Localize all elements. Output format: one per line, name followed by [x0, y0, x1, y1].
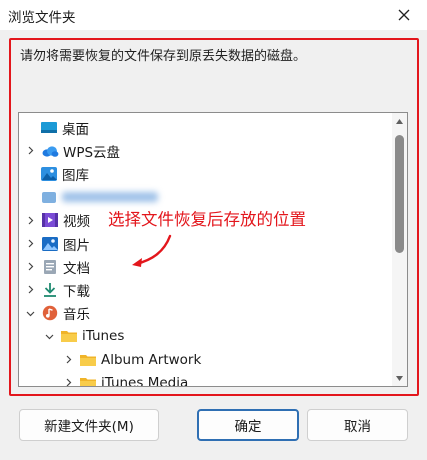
desktop-icon [40, 120, 58, 136]
chevron-right-icon [28, 239, 33, 248]
new-folder-button[interactable]: 新建文件夹(M) [19, 409, 159, 441]
chevron-right-icon [66, 378, 71, 386]
tree-item[interactable]: 音乐 [19, 302, 391, 325]
tree-expander [24, 168, 36, 180]
gallery-icon [40, 166, 58, 182]
tree-item[interactable]: WPS云盘 [19, 139, 391, 162]
tree-item-label: 下载 [63, 283, 90, 300]
scroll-down-button[interactable] [392, 370, 407, 386]
tree-expander [24, 191, 36, 203]
vertical-scrollbar[interactable] [392, 113, 407, 386]
chevron-right-icon [66, 355, 71, 364]
documents-icon [41, 259, 59, 275]
tree-item[interactable]: 图片 [19, 232, 391, 255]
close-button[interactable] [381, 0, 427, 30]
pictures-icon [41, 236, 59, 252]
chevron-down-icon [26, 311, 34, 316]
window-title: 浏览文件夹 [8, 10, 76, 26]
tree-item-label: 音乐 [63, 307, 90, 324]
cancel-button[interactable]: 取消 [307, 409, 408, 441]
scroll-thumb[interactable] [395, 135, 404, 253]
tree-expander[interactable] [24, 238, 36, 250]
tree-expander[interactable] [24, 307, 36, 319]
chevron-right-icon [28, 146, 33, 155]
arrow-up-icon [396, 118, 403, 124]
video-icon [41, 212, 59, 228]
tree-item[interactable]: 文档 [19, 255, 391, 278]
tree-item[interactable]: 图库 [19, 162, 391, 185]
tree-item-label: 图库 [62, 167, 89, 184]
tree-expander [24, 122, 36, 134]
annotation-callout: 选择文件恢复后存放的位置 [108, 210, 306, 229]
ok-button[interactable]: 确定 [197, 409, 299, 441]
tree-expander[interactable] [24, 145, 36, 157]
tree-item-label: 文档 [63, 260, 90, 277]
chevron-down-icon [45, 334, 53, 340]
tree-item[interactable]: 桌面 [19, 116, 391, 139]
folder-icon [79, 352, 97, 368]
chevron-right-icon [28, 216, 33, 225]
tree-item-label: WPS云盘 [63, 144, 121, 161]
cloud-icon [41, 143, 59, 159]
tree-expander[interactable] [62, 377, 74, 386]
tree-item[interactable]: 下载 [19, 278, 391, 301]
tree-item-label: Album Artwork [101, 351, 202, 368]
folder-icon [60, 328, 78, 344]
annotation-arrow-icon [132, 234, 172, 267]
instruction-text: 请勿将需要恢复的文件保存到原丢失数据的磁盘。 [20, 49, 307, 64]
user-folder-icon [40, 189, 58, 205]
title-bar: 浏览文件夹 [0, 0, 427, 30]
tree-expander[interactable] [62, 354, 74, 366]
scroll-up-button[interactable] [392, 113, 407, 129]
music-icon [41, 305, 59, 321]
tree-item[interactable]: Album Artwork [19, 348, 391, 371]
tree-item-label: 视频 [63, 214, 90, 231]
tree-item-label: 图片 [63, 237, 90, 254]
tree-item[interactable]: iTunes Media [19, 371, 391, 387]
tree-expander[interactable] [43, 330, 55, 342]
tree-item-label: 桌面 [62, 121, 89, 138]
tree-item-label: iTunes [82, 328, 125, 345]
chevron-right-icon [28, 262, 33, 271]
tree-expander[interactable] [24, 214, 36, 226]
tree-expander[interactable] [24, 284, 36, 296]
download-icon [41, 282, 59, 298]
tree-item-label: iTunes Media [101, 374, 189, 387]
chevron-right-icon [28, 285, 33, 294]
tree-item[interactable]: iTunes [19, 325, 391, 348]
tree-item-label [62, 192, 158, 203]
folder-tree[interactable]: iTunes Media Album Artwork iTunes 音乐 下载 文档 图片 视… [18, 112, 408, 387]
tree-expander[interactable] [24, 261, 36, 273]
arrow-down-icon [396, 375, 403, 381]
close-icon [398, 9, 410, 21]
folder-icon [79, 375, 97, 386]
